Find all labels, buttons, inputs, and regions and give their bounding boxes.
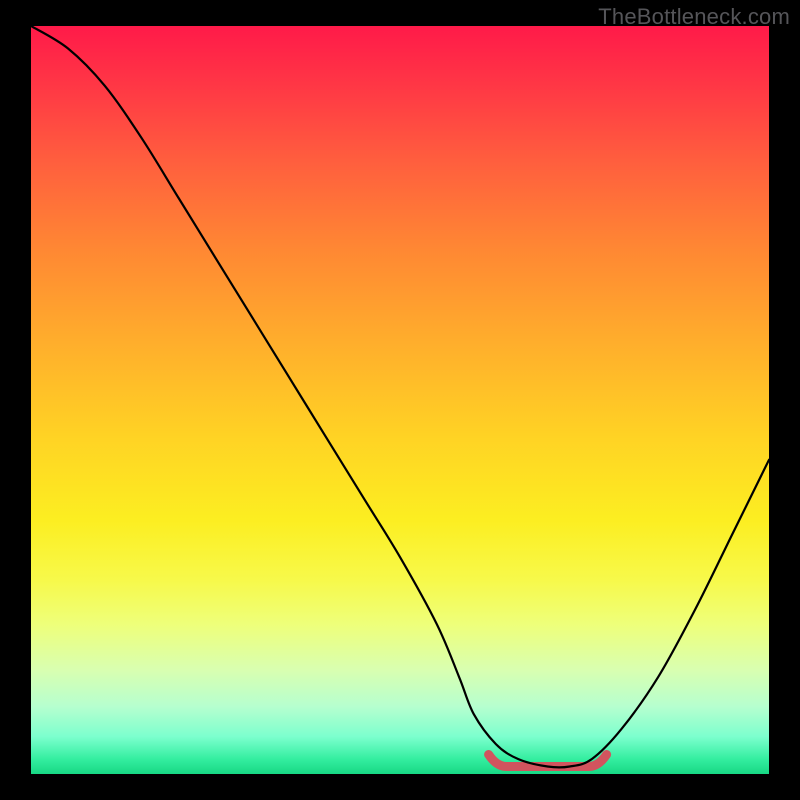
- chart-stage: TheBottleneck.com: [0, 0, 800, 800]
- plot-area: [31, 26, 769, 774]
- curve-layer: [31, 26, 769, 774]
- bottleneck-curve: [31, 26, 769, 767]
- watermark-text: TheBottleneck.com: [598, 4, 790, 30]
